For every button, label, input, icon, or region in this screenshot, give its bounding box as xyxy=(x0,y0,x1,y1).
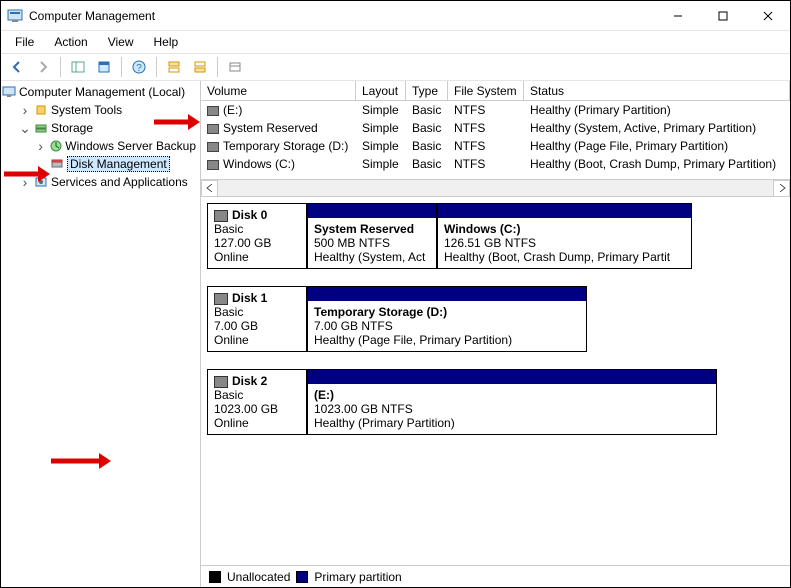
disk-partitions: Temporary Storage (D:)7.00 GB NTFSHealth… xyxy=(307,286,784,352)
menu-file[interactable]: File xyxy=(7,33,42,51)
disk-icon xyxy=(214,210,228,222)
menu-help[interactable]: Help xyxy=(146,33,187,51)
toolbar: ? xyxy=(1,53,790,81)
services-icon xyxy=(33,174,49,190)
disk-graphical-view: Disk 0Basic127.00 GBOnlineSystem Reserve… xyxy=(201,196,790,565)
svg-text:?: ? xyxy=(136,63,142,74)
legend: Unallocated Primary partition xyxy=(201,565,790,587)
storage-icon xyxy=(33,120,49,136)
volume-row[interactable]: Temporary Storage (D:)SimpleBasicNTFSHea… xyxy=(201,137,790,155)
tree-windows-server-backup[interactable]: › Windows Server Backup xyxy=(1,137,200,155)
disk-block: Disk 2Basic1023.00 GBOnline (E:)1023.00 … xyxy=(201,363,790,446)
scroll-left-button[interactable] xyxy=(201,180,218,197)
view-top-button[interactable] xyxy=(162,56,186,78)
partition-bar xyxy=(308,204,436,218)
disk-info[interactable]: Disk 1Basic7.00 GBOnline xyxy=(207,286,307,352)
properties-button[interactable] xyxy=(92,56,116,78)
tree-system-tools[interactable]: › System Tools xyxy=(1,101,200,119)
partition[interactable]: Windows (C:)126.51 GB NTFSHealthy (Boot,… xyxy=(437,203,692,269)
volume-list-header: Volume Layout Type File System Status xyxy=(201,81,790,101)
col-type[interactable]: Type xyxy=(406,81,448,100)
menu-view[interactable]: View xyxy=(100,33,142,51)
forward-button[interactable] xyxy=(31,56,55,78)
disk-partitions: (E:)1023.00 GB NTFSHealthy (Primary Part… xyxy=(307,369,784,435)
expand-icon[interactable]: › xyxy=(17,103,33,117)
app-icon xyxy=(7,8,23,24)
swatch-unallocated xyxy=(209,571,221,583)
menu-action[interactable]: Action xyxy=(46,33,95,51)
menu-bar: File Action View Help xyxy=(1,31,790,53)
horizontal-scrollbar[interactable] xyxy=(201,179,790,196)
maximize-button[interactable] xyxy=(700,1,745,31)
col-layout[interactable]: Layout xyxy=(356,81,406,100)
help-button[interactable]: ? xyxy=(127,56,151,78)
volume-row[interactable]: (E:)SimpleBasicNTFSHealthy (Primary Part… xyxy=(201,101,790,119)
partition-bar xyxy=(308,287,586,301)
col-filesystem[interactable]: File System xyxy=(448,81,524,100)
show-hide-tree-button[interactable] xyxy=(66,56,90,78)
backup-icon xyxy=(48,138,63,154)
disk-icon xyxy=(214,293,228,305)
disk-partitions: System Reserved500 MB NTFSHealthy (Syste… xyxy=(307,203,784,269)
disk-icon xyxy=(214,376,228,388)
disk-block: Disk 1Basic7.00 GBOnlineTemporary Storag… xyxy=(201,280,790,363)
partition-bar xyxy=(308,370,716,384)
disk-info[interactable]: Disk 2Basic1023.00 GBOnline xyxy=(207,369,307,435)
title-bar: Computer Management xyxy=(1,1,790,31)
computer-icon xyxy=(1,84,17,100)
scroll-right-button[interactable] xyxy=(773,180,790,197)
content-pane: Volume Layout Type File System Status (E… xyxy=(201,81,790,587)
legend-primary: Primary partition xyxy=(314,570,401,584)
back-button[interactable] xyxy=(5,56,29,78)
partition[interactable]: System Reserved500 MB NTFSHealthy (Syste… xyxy=(307,203,437,269)
partition-bar xyxy=(438,204,691,218)
tree-services-applications[interactable]: › Services and Applications xyxy=(1,173,200,191)
partition[interactable]: (E:)1023.00 GB NTFSHealthy (Primary Part… xyxy=(307,369,717,435)
minimize-button[interactable] xyxy=(655,1,700,31)
volume-icon xyxy=(207,160,219,170)
expand-icon[interactable]: › xyxy=(33,139,48,153)
volume-icon xyxy=(207,124,219,134)
view-bottom-button[interactable] xyxy=(188,56,212,78)
tools-icon xyxy=(33,102,49,118)
disk-block: Disk 0Basic127.00 GBOnlineSystem Reserve… xyxy=(201,197,790,280)
collapse-icon[interactable]: ⌄ xyxy=(17,121,33,135)
volume-list: (E:)SimpleBasicNTFSHealthy (Primary Part… xyxy=(201,101,790,173)
scroll-track[interactable] xyxy=(218,180,773,197)
col-status[interactable]: Status xyxy=(524,81,790,100)
col-volume[interactable]: Volume xyxy=(201,81,356,100)
partition[interactable]: Temporary Storage (D:)7.00 GB NTFSHealth… xyxy=(307,286,587,352)
volume-icon xyxy=(207,106,219,116)
volume-row[interactable]: Windows (C:)SimpleBasicNTFSHealthy (Boot… xyxy=(201,155,790,173)
close-button[interactable] xyxy=(745,1,790,31)
navigation-tree: Computer Management (Local) › System Too… xyxy=(1,81,201,587)
expand-icon[interactable]: › xyxy=(17,175,33,189)
disk-management-icon xyxy=(49,156,65,172)
disk-info[interactable]: Disk 0Basic127.00 GBOnline xyxy=(207,203,307,269)
tree-disk-management[interactable]: Disk Management xyxy=(1,155,200,173)
tree-storage[interactable]: ⌄ Storage xyxy=(1,119,200,137)
app-window: Computer Management File Action View Hel… xyxy=(0,0,791,588)
swatch-primary xyxy=(296,571,308,583)
tree-root[interactable]: Computer Management (Local) xyxy=(1,83,200,101)
volume-row[interactable]: System ReservedSimpleBasicNTFSHealthy (S… xyxy=(201,119,790,137)
legend-unallocated: Unallocated xyxy=(227,570,290,584)
volume-icon xyxy=(207,142,219,152)
window-title: Computer Management xyxy=(29,9,155,23)
settings-button[interactable] xyxy=(223,56,247,78)
main-area: Computer Management (Local) › System Too… xyxy=(1,81,790,587)
